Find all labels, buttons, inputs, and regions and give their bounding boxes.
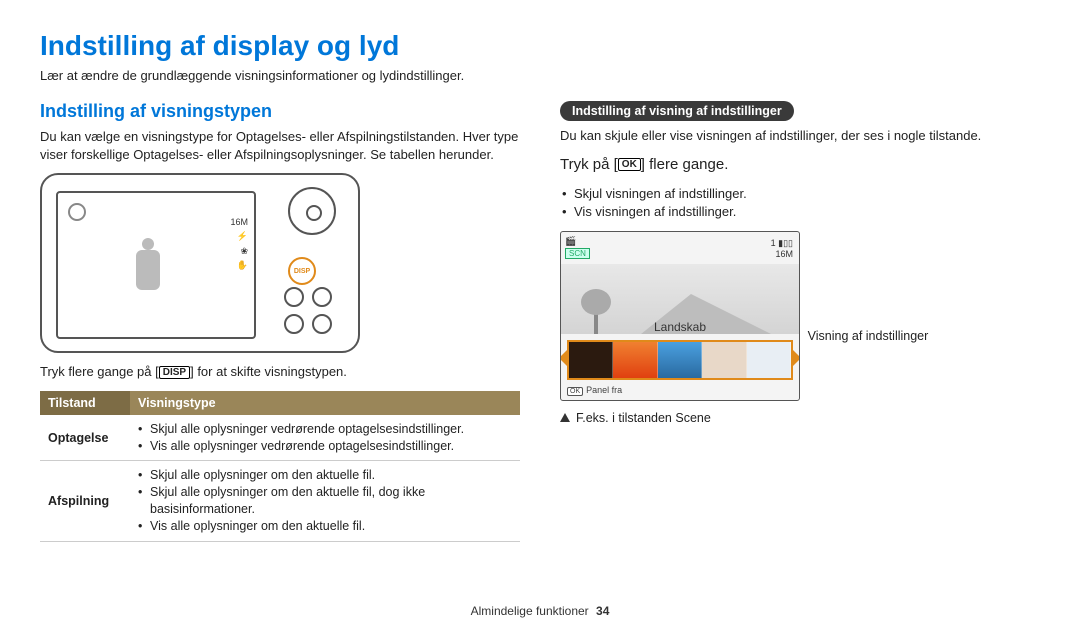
page-intro: Lær at ændre de grundlæggende visningsin… xyxy=(40,68,1040,83)
mode-cell: Optagelse xyxy=(40,415,130,461)
scene-screen-illustration: 🎬 SCN 1 ▮▯▯ 16M Landskab xyxy=(560,231,800,401)
ok-key-mini-icon: OK xyxy=(567,387,583,396)
table-row: Optagelse Skjul alle oplysninger vedrøre… xyxy=(40,415,520,461)
rear-button-icon xyxy=(284,287,304,307)
resolution-badge: 16M xyxy=(775,249,793,259)
right-bullets: Skjul visningen af indstillinger. Vis vi… xyxy=(560,185,1040,221)
mode-dial-icon xyxy=(288,187,336,235)
scene-footnote: F.eks. i tilstanden Scene xyxy=(560,411,1040,425)
footer-page-number: 34 xyxy=(596,604,609,618)
lcd-stab-icon: ✋ xyxy=(230,258,248,272)
battery-count: 1 xyxy=(771,238,776,248)
lcd-status-icons: 16M ⚡ ❀ ✋ xyxy=(230,215,248,273)
disp-button-highlight: DISP xyxy=(288,257,316,285)
two-column-layout: Indstilling af visningstypen Du kan vælg… xyxy=(40,101,1040,542)
left-heading: Indstilling af visningstypen xyxy=(40,101,520,122)
left-desc: Du kan vælge en visningstype for Optagel… xyxy=(40,128,520,163)
scene-thumb xyxy=(747,342,791,378)
list-item: Skjul visningen af indstillinger. xyxy=(560,185,1040,203)
list-item: Vis visningen af indstillinger. xyxy=(560,203,1040,221)
rear-buttons-group xyxy=(282,285,342,339)
right-pill-heading: Indstilling af visning af indstillinger xyxy=(560,101,794,121)
scene-mode-label: Landskab xyxy=(561,320,799,334)
caption-post: ] for at skifte visningstypen. xyxy=(190,364,347,379)
left-column: Indstilling af visningstypen Du kan vælg… xyxy=(40,101,520,542)
settings-strip-highlight xyxy=(567,340,793,380)
person-silhouette-icon xyxy=(128,238,168,318)
footnote-text: F.eks. i tilstanden Scene xyxy=(576,411,711,425)
list-item: Skjul alle oplysninger om den aktuelle f… xyxy=(138,484,512,518)
rear-button-icon xyxy=(284,314,304,334)
right-column: Indstilling af visning af indstillinger … xyxy=(560,101,1040,542)
scene-thumb xyxy=(658,342,702,378)
footer-section: Almindelige funktioner xyxy=(471,604,589,618)
scn-badge: SCN xyxy=(565,248,590,259)
ok-key-icon: OK xyxy=(618,158,641,171)
press-pre: Tryk på [ xyxy=(560,156,618,173)
lcd-macro-icon: ❀ xyxy=(230,244,248,258)
th-visningstype: Visningstype xyxy=(130,391,520,415)
mode-cell: Afspilning xyxy=(40,461,130,542)
strip-callout-label: Visning af indstillinger xyxy=(808,329,929,343)
table-row: Afspilning Skjul alle oplysninger om den… xyxy=(40,461,520,542)
list-item: Skjul alle oplysninger vedrørende optage… xyxy=(138,421,512,438)
sun-icon xyxy=(68,203,86,221)
camera-caption: Tryk flere gange på [DISP] for at skifte… xyxy=(40,363,520,381)
scene-thumb xyxy=(613,342,657,378)
panel-hint: OKPanel fra xyxy=(567,385,622,396)
rear-button-icon xyxy=(312,287,332,307)
panel-hint-text: Panel fra xyxy=(586,385,622,395)
movie-icon: 🎬 xyxy=(565,236,576,247)
list-item: Vis alle oplysninger om den aktuelle fil… xyxy=(138,518,512,535)
th-tilstand: Tilstand xyxy=(40,391,130,415)
list-item: Skjul alle oplysninger om den aktuelle f… xyxy=(138,467,512,484)
visningstype-table: Tilstand Visningstype Optagelse Skjul al… xyxy=(40,391,520,542)
rear-button-icon xyxy=(312,314,332,334)
chevron-right-icon xyxy=(793,350,800,366)
page-footer: Almindelige funktioner 34 xyxy=(0,604,1080,618)
page-title: Indstilling af display og lyd xyxy=(40,30,1040,62)
disp-key-icon: DISP xyxy=(159,366,190,379)
scene-thumb xyxy=(702,342,746,378)
right-desc: Du kan skjule eller vise visningen af in… xyxy=(560,127,1040,145)
camera-lcd: 16M ⚡ ❀ ✋ xyxy=(56,191,256,339)
scene-thumb xyxy=(569,342,613,378)
press-post: ] flere gange. xyxy=(641,156,729,173)
caption-pre: Tryk flere gange på [ xyxy=(40,364,159,379)
lcd-flash-icon: ⚡ xyxy=(230,229,248,243)
press-instruction: Tryk på [OK] flere gange. xyxy=(560,155,1040,175)
camera-back-illustration: 16M ⚡ ❀ ✋ DISP xyxy=(40,173,360,353)
chevron-left-icon xyxy=(560,350,567,366)
scene-top-right-icons: 1 ▮▯▯ 16M xyxy=(771,238,793,259)
lcd-size-icon: 16M xyxy=(230,215,248,229)
list-item: Vis alle oplysninger vedrørende optagels… xyxy=(138,438,512,455)
triangle-up-icon xyxy=(560,413,570,422)
